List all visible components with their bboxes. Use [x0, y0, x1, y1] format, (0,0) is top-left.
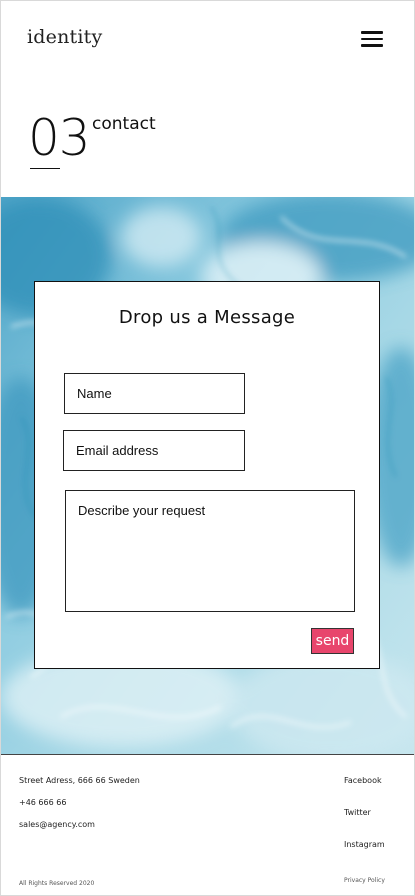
request-textarea[interactable]: Describe your request: [65, 490, 355, 612]
contact-form: Drop us a Message Name Email address Des…: [34, 281, 380, 669]
privacy-policy-link[interactable]: Privacy Policy: [344, 877, 385, 884]
section-underline: [30, 168, 60, 169]
email-input[interactable]: Email address: [63, 430, 245, 471]
footer-email[interactable]: sales@agency.com: [19, 820, 95, 829]
site-logo[interactable]: identity: [27, 26, 102, 48]
name-input[interactable]: Name: [64, 373, 245, 414]
section-title: contact: [92, 114, 156, 134]
footer-copyright: All Rights Reserved 2020: [19, 880, 95, 887]
footer-phone: +46 666 66: [19, 798, 67, 807]
instagram-link[interactable]: Instagram: [344, 840, 385, 849]
form-title: Drop us a Message: [118, 307, 296, 328]
hamburger-menu-icon[interactable]: [361, 30, 383, 48]
send-button[interactable]: send: [311, 628, 354, 654]
menu-bar: [361, 37, 383, 40]
menu-bar: [361, 31, 383, 34]
twitter-link[interactable]: Twitter: [344, 808, 371, 817]
facebook-link[interactable]: Facebook: [344, 776, 382, 785]
section-number: 03: [28, 109, 91, 167]
menu-bar: [361, 44, 383, 47]
footer-divider: [1, 754, 414, 755]
footer-address: Street Adress, 666 66 Sweden: [19, 776, 140, 785]
